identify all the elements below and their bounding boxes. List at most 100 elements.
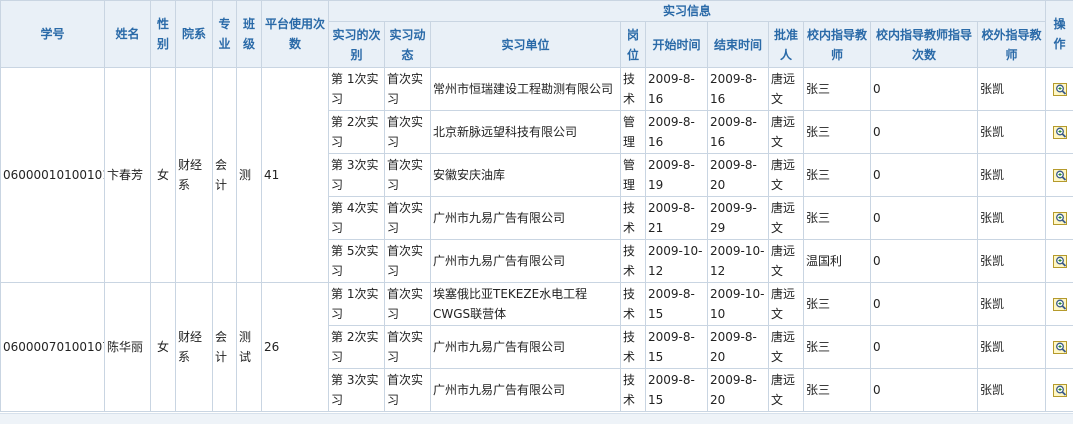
internship-outer-tutor: 张凯	[978, 154, 1046, 197]
internship-post: 技术	[621, 68, 646, 111]
student-gender: 女	[151, 68, 176, 283]
internship-outer-tutor: 张凯	[978, 197, 1046, 240]
internship-post: 管理	[621, 111, 646, 154]
internship-inner-tutor: 张三	[804, 111, 871, 154]
view-button[interactable]	[1046, 240, 1073, 283]
internship-outer-tutor: 张凯	[978, 68, 1046, 111]
internship-company: 北京新脉远望科技有限公司	[431, 111, 621, 154]
horizontal-scrollbar[interactable]	[0, 413, 1073, 424]
internship-outer-tutor: 张凯	[978, 283, 1046, 326]
header-class: 班级	[237, 1, 262, 68]
header-status: 实习动态	[385, 22, 431, 68]
internship-start: 2009-8-15	[646, 283, 708, 326]
internship-company: 安徽安庆油库	[431, 154, 621, 197]
internship-post: 技术	[621, 283, 646, 326]
student-platform-usage: 26	[262, 283, 329, 412]
student-id: 06000070100107	[1, 283, 105, 412]
student-major: 会计	[213, 283, 237, 412]
magnifier-icon[interactable]	[1053, 298, 1067, 311]
header-inner-tutor-count: 校内指导教师指导次数	[871, 22, 978, 68]
header-end: 结束时间	[708, 22, 769, 68]
header-inner-tutor: 校内指导教师	[804, 22, 871, 68]
internship-start: 2009-8-15	[646, 326, 708, 369]
header-operation: 操作	[1046, 1, 1073, 68]
view-button[interactable]	[1046, 283, 1073, 326]
magnifier-icon[interactable]	[1053, 212, 1067, 225]
student-class: 测试	[237, 283, 262, 412]
view-button[interactable]	[1046, 111, 1073, 154]
internship-start: 2009-8-19	[646, 154, 708, 197]
internship-outer-tutor: 张凯	[978, 326, 1046, 369]
internship-post: 技术	[621, 240, 646, 283]
internship-order: 第 3次实习	[329, 369, 385, 412]
internship-company: 广州市九易广告有限公司	[431, 369, 621, 412]
internship-status: 首次实习	[385, 111, 431, 154]
internship-end: 2009-10-10	[708, 283, 769, 326]
view-button[interactable]	[1046, 154, 1073, 197]
internship-inner-tutor: 张三	[804, 68, 871, 111]
internship-inner-tutor-count: 0	[871, 197, 978, 240]
magnifier-icon[interactable]	[1053, 169, 1067, 182]
magnifier-icon[interactable]	[1053, 384, 1067, 397]
internship-inner-tutor: 张三	[804, 283, 871, 326]
internship-end: 2009-8-20	[708, 326, 769, 369]
header-order: 实习的次别	[329, 22, 385, 68]
internship-inner-tutor-count: 0	[871, 154, 978, 197]
internship-post: 管理	[621, 154, 646, 197]
view-button[interactable]	[1046, 326, 1073, 369]
view-button[interactable]	[1046, 369, 1073, 412]
student-department: 财经系	[176, 283, 213, 412]
internship-table: 学号 姓名 性别 院系 专业 班级 平台使用次数 实习信息 操作 实习的次别 实…	[0, 0, 1073, 412]
table-row: 06000070100107 陈华丽 女 财经系 会计 测试 26 第 1次实习…	[1, 283, 1073, 326]
internship-outer-tutor: 张凯	[978, 111, 1046, 154]
internship-order: 第 4次实习	[329, 197, 385, 240]
internship-post: 技术	[621, 197, 646, 240]
student-platform-usage: 41	[262, 68, 329, 283]
student-department: 财经系	[176, 68, 213, 283]
magnifier-icon[interactable]	[1053, 341, 1067, 354]
internship-company: 广州市九易广告有限公司	[431, 240, 621, 283]
magnifier-icon[interactable]	[1053, 255, 1067, 268]
internship-inner-tutor: 张三	[804, 326, 871, 369]
internship-start: 2009-10-12	[646, 240, 708, 283]
internship-approver: 唐远文	[769, 326, 804, 369]
internship-start: 2009-8-21	[646, 197, 708, 240]
magnifier-icon[interactable]	[1053, 126, 1067, 139]
header-student-id: 学号	[1, 1, 105, 68]
internship-order: 第 2次实习	[329, 111, 385, 154]
internship-order: 第 5次实习	[329, 240, 385, 283]
header-department: 院系	[176, 1, 213, 68]
header-company: 实习单位	[431, 22, 621, 68]
internship-inner-tutor: 温国利	[804, 240, 871, 283]
internship-company: 广州市九易广告有限公司	[431, 197, 621, 240]
internship-start: 2009-8-16	[646, 111, 708, 154]
internship-inner-tutor-count: 0	[871, 68, 978, 111]
table-row: 06000010100101 卞春芳 女 财经系 会计 测 41 第 1次实习 …	[1, 68, 1073, 111]
student-class: 测	[237, 68, 262, 283]
internship-status: 首次实习	[385, 369, 431, 412]
internship-end: 2009-8-20	[708, 369, 769, 412]
internship-status: 首次实习	[385, 240, 431, 283]
view-button[interactable]	[1046, 197, 1073, 240]
internship-status: 首次实习	[385, 154, 431, 197]
header-platform-usage: 平台使用次数	[262, 1, 329, 68]
student-major: 会计	[213, 68, 237, 283]
view-button[interactable]	[1046, 68, 1073, 111]
internship-outer-tutor: 张凯	[978, 369, 1046, 412]
student-name: 陈华丽	[105, 283, 151, 412]
internship-end: 2009-9-29	[708, 197, 769, 240]
internship-order: 第 2次实习	[329, 326, 385, 369]
header-major: 专业	[213, 1, 237, 68]
internship-order: 第 1次实习	[329, 68, 385, 111]
internship-start: 2009-8-15	[646, 369, 708, 412]
magnifier-icon[interactable]	[1053, 83, 1067, 96]
internship-company: 埃塞俄比亚TEKEZE水电工程CWGS联营体	[431, 283, 621, 326]
internship-inner-tutor-count: 0	[871, 283, 978, 326]
header-outer-tutor: 校外指导教师	[978, 22, 1046, 68]
internship-approver: 唐远文	[769, 240, 804, 283]
internship-start: 2009-8-16	[646, 68, 708, 111]
student-gender: 女	[151, 283, 176, 412]
internship-inner-tutor-count: 0	[871, 326, 978, 369]
internship-order: 第 3次实习	[329, 154, 385, 197]
internship-end: 2009-8-16	[708, 111, 769, 154]
